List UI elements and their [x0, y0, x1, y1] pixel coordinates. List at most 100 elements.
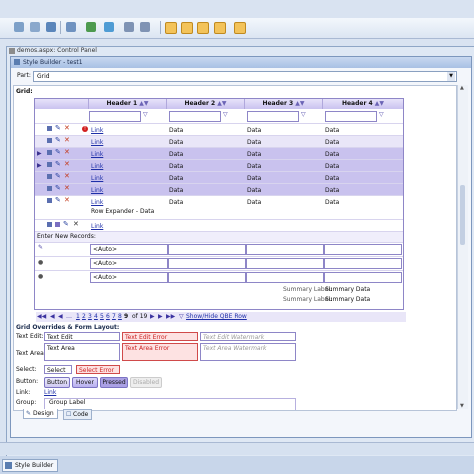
style-tool-icon[interactable] — [181, 22, 193, 34]
tab-code[interactable]: ☐ Code — [63, 409, 93, 420]
save-icon[interactable] — [47, 150, 52, 155]
row-link[interactable]: Link — [91, 175, 103, 182]
undo-icon[interactable] — [66, 22, 76, 32]
save-icon[interactable] — [47, 186, 52, 191]
save-icon[interactable] — [47, 222, 52, 227]
new-record-row[interactable]: ● <Auto> — [35, 256, 403, 269]
close-style-icon[interactable] — [234, 22, 246, 34]
row-link[interactable]: Link — [91, 187, 103, 194]
sort-icon[interactable]: ▲▼ — [139, 100, 148, 107]
column-header-3[interactable]: Header 3 ▲▼ — [245, 99, 323, 109]
row-link[interactable]: Link — [91, 223, 103, 230]
page-link[interactable]: 4 — [94, 313, 98, 320]
style-tool-icon[interactable] — [197, 22, 209, 34]
text-edit-error-input[interactable]: Text Edit Error — [122, 332, 198, 341]
part-select[interactable]: Grid ▼ — [33, 71, 457, 82]
new-record-input[interactable] — [324, 244, 402, 255]
save-icon[interactable] — [47, 162, 52, 167]
new-record-row[interactable]: ● <Auto> — [35, 270, 403, 283]
delete-icon[interactable]: ✕ — [64, 136, 70, 144]
row-pointer-icon[interactable]: ▶ — [37, 162, 42, 169]
column-header-1[interactable]: Header 1 ▲▼ — [89, 99, 167, 109]
edit-icon[interactable]: ✎ — [55, 184, 61, 192]
new-record-input[interactable] — [168, 244, 246, 255]
text-area-watermark[interactable]: Text Area Watermark — [200, 343, 296, 361]
new-record-input[interactable]: <Auto> — [90, 258, 168, 269]
page-link[interactable]: 2 — [82, 313, 86, 320]
delete-icon[interactable]: ✕ — [64, 172, 70, 180]
row-link[interactable]: Link — [91, 163, 103, 170]
filter-icon[interactable]: ▽ — [143, 111, 148, 118]
chevron-down-icon[interactable]: ▼ — [447, 72, 455, 81]
tab-style-builder[interactable]: Style Builder — [2, 459, 59, 472]
row-link[interactable]: Link — [91, 151, 103, 158]
sample-link[interactable]: Link — [44, 389, 56, 396]
text-edit-watermark-input[interactable]: Text Edit Watermark — [200, 332, 296, 341]
style-tool-icon[interactable] — [214, 22, 226, 34]
vertical-scrollbar[interactable]: ▲ ▼ — [457, 85, 468, 409]
edit-icon[interactable]: ✎ — [55, 148, 61, 156]
select-input[interactable]: Select — [44, 365, 72, 374]
delete-icon[interactable]: ✕ — [64, 124, 70, 132]
sort-icon[interactable]: ▲▼ — [295, 100, 304, 107]
row-link[interactable]: Link — [91, 199, 103, 206]
page-link[interactable]: 7 — [112, 313, 116, 320]
filter-icon[interactable]: ▽ — [301, 111, 306, 118]
copy-icon[interactable] — [30, 22, 40, 32]
delete-icon[interactable]: ✕ — [64, 196, 70, 204]
edit-icon[interactable]: ✎ — [55, 172, 61, 180]
page-link[interactable]: 8 — [118, 313, 122, 320]
text-edit-input[interactable]: Text Edit — [44, 332, 120, 341]
new-record-input[interactable] — [324, 272, 402, 283]
pressed-button[interactable]: Pressed — [100, 377, 128, 388]
new-record-input[interactable]: <Auto> — [90, 272, 168, 283]
new-record-input[interactable] — [168, 258, 246, 269]
new-record-input[interactable] — [324, 258, 402, 269]
save-icon[interactable] — [47, 138, 52, 143]
filter-input[interactable] — [89, 111, 141, 122]
tab-design[interactable]: ✎ Design — [23, 409, 58, 419]
save-icon[interactable] — [47, 126, 52, 131]
page-link[interactable]: 3 — [88, 313, 92, 320]
row-pointer-icon[interactable]: ▶ — [37, 150, 42, 157]
scroll-up-icon[interactable]: ▲ — [460, 85, 464, 91]
edit-icon[interactable]: ✎ — [55, 160, 61, 168]
column-header-2[interactable]: Header 2 ▲▼ — [167, 99, 245, 109]
scrollbar-thumb[interactable] — [460, 185, 465, 245]
new-record-input[interactable] — [246, 244, 324, 255]
filter-icon[interactable]: ▽ — [223, 111, 228, 118]
select-error-input[interactable]: Select Error — [76, 365, 120, 374]
page-link[interactable]: 6 — [106, 313, 110, 320]
delete-icon[interactable]: ✕ — [73, 220, 79, 228]
hover-button[interactable]: Hover — [72, 377, 98, 388]
nav-icon[interactable] — [124, 22, 134, 32]
new-record-input[interactable] — [246, 258, 324, 269]
copy-icon[interactable] — [55, 222, 60, 227]
prev-group-icon[interactable]: ◀ — [58, 313, 63, 320]
show-hide-qbe-link[interactable]: Show/Hide QBE Row — [186, 313, 247, 320]
forward-icon[interactable] — [86, 22, 96, 32]
edit-icon[interactable]: ✎ — [55, 124, 61, 132]
style-tool-icon[interactable] — [165, 22, 177, 34]
page-link[interactable]: 5 — [100, 313, 104, 320]
sort-icon[interactable]: ▲▼ — [217, 100, 226, 107]
delete-icon[interactable]: ✕ — [64, 148, 70, 156]
sort-icon[interactable]: ▲▼ — [375, 100, 384, 107]
filter-input[interactable] — [325, 111, 377, 122]
refresh-icon[interactable] — [104, 22, 114, 32]
row-link[interactable]: Link — [91, 127, 103, 134]
new-record-input[interactable]: <Auto> — [90, 244, 168, 255]
text-area[interactable]: Text Area — [44, 343, 120, 361]
cut-icon[interactable] — [14, 22, 24, 32]
nav-icon[interactable] — [140, 22, 150, 32]
column-header-4[interactable]: Header 4 ▲▼ — [323, 99, 403, 109]
first-page-icon[interactable]: ◀◀ — [37, 313, 46, 320]
next-group-icon[interactable]: ▶ — [150, 313, 155, 320]
filter-icon[interactable]: ▽ — [179, 313, 184, 320]
prev-page-icon[interactable]: ◀ — [50, 313, 55, 320]
last-page-icon[interactable]: ▶▶ — [166, 313, 175, 320]
new-record-input[interactable] — [246, 272, 324, 283]
delete-icon[interactable]: ✕ — [64, 160, 70, 168]
text-area-error[interactable]: Text Area Error — [122, 343, 198, 361]
page-link[interactable]: 1 — [76, 313, 80, 320]
